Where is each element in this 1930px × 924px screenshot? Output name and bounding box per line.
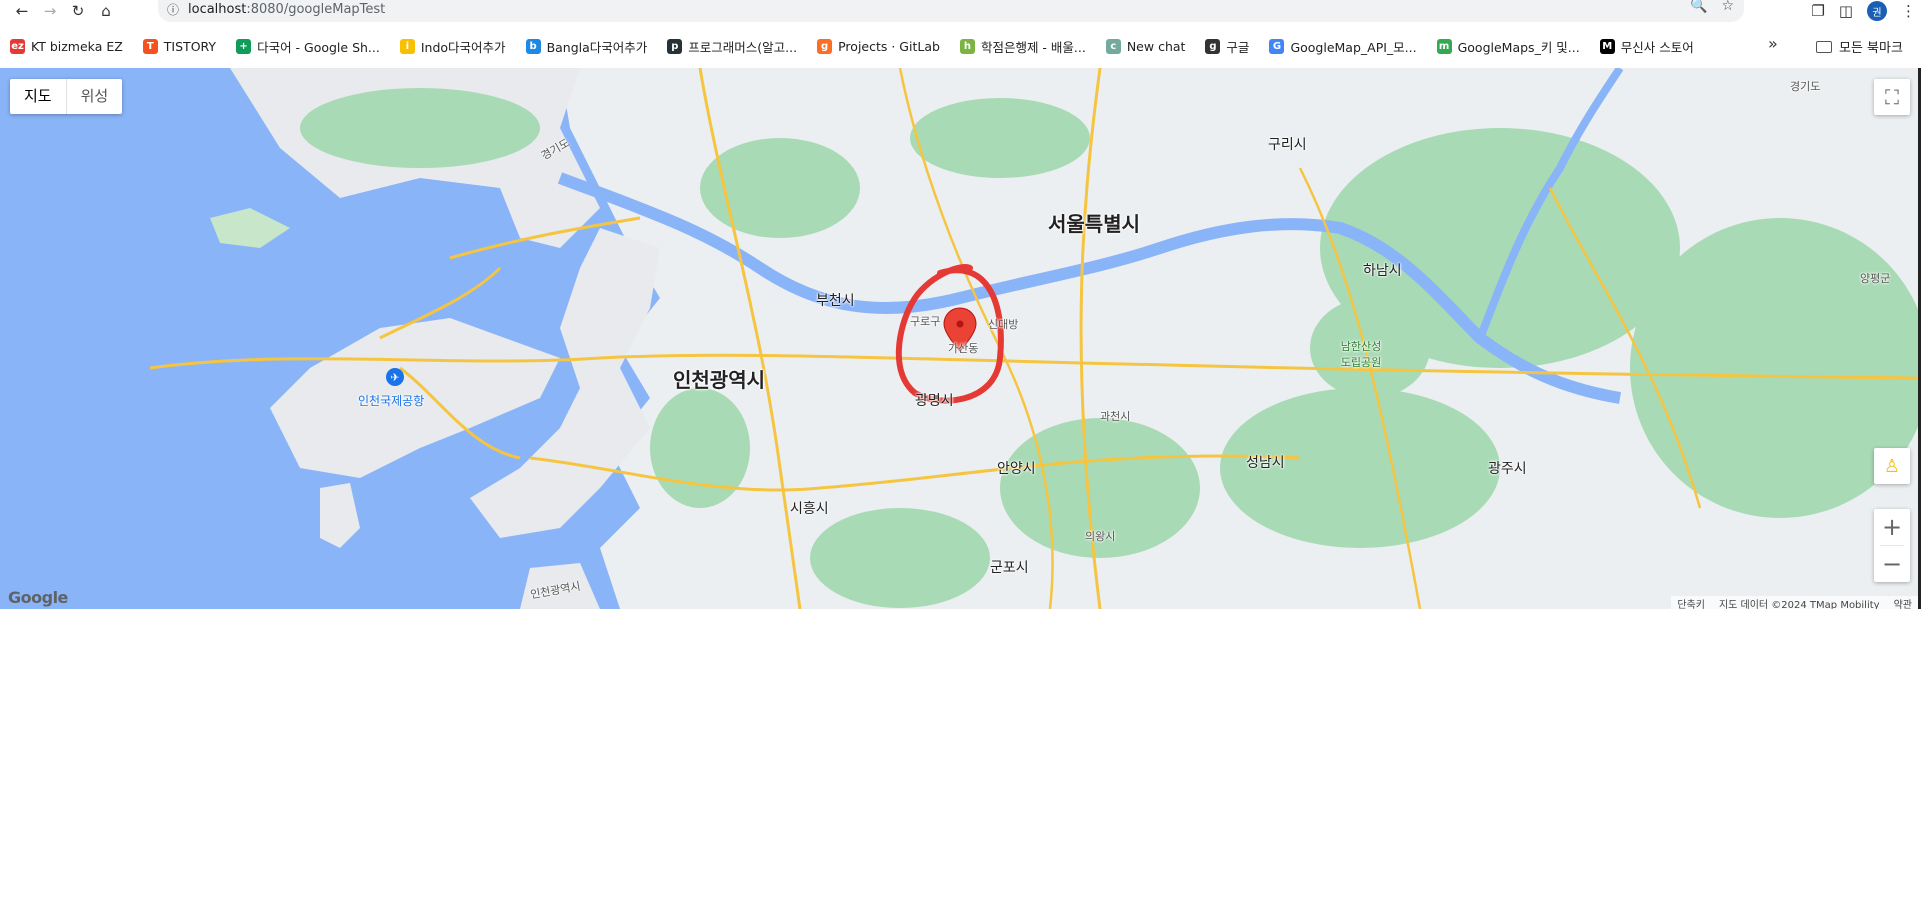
reload-icon[interactable]: ↻ bbox=[64, 0, 92, 22]
bookmark-label: Projects · GitLab bbox=[838, 38, 940, 54]
label-namhansanseong: 남한산성 도립공원 bbox=[1340, 340, 1382, 369]
label-gunpo: 군포시 bbox=[990, 560, 1029, 576]
bookmark-label: GoogleMap_API_모... bbox=[1290, 39, 1417, 55]
label-incheon: 인천광역시 bbox=[673, 368, 765, 392]
sheets-icon: + bbox=[236, 38, 252, 54]
map-type-toggle: 지도 위성 bbox=[10, 79, 123, 114]
label-bucheon: 부천시 bbox=[816, 293, 855, 309]
bookmark-label: New chat bbox=[1126, 38, 1186, 54]
chatgpt-icon: c bbox=[1105, 38, 1121, 54]
map-attribution: 단축키 지도 데이터 ©2024 TMap Mobility 약관 bbox=[1671, 596, 1918, 609]
bookmark-item[interactable]: ez KT bizmeka EZ bbox=[10, 38, 123, 54]
back-icon[interactable]: ← bbox=[8, 0, 36, 22]
bookmark-item[interactable]: c New chat bbox=[1105, 38, 1186, 54]
label-guro: 구로구 bbox=[910, 315, 941, 328]
bookmark-label: 학점은행제 - 배울... bbox=[980, 39, 1086, 55]
url-text: localhost:8080/googleMapTest bbox=[188, 1, 386, 17]
label-siheung: 시흥시 bbox=[790, 501, 829, 517]
bookmark-label: Indo다국어추가 bbox=[420, 39, 506, 55]
label-seongnam: 성남시 bbox=[1246, 455, 1285, 471]
label-seoul: 서울특별시 bbox=[1048, 212, 1140, 236]
zoom-search-icon[interactable]: 🔍 bbox=[1690, 0, 1707, 14]
bookmark-item[interactable]: + 다국어 - Google Sh... bbox=[236, 37, 380, 56]
address-bar[interactable]: ⓘ localhost:8080/googleMapTest 🔍 ☆ bbox=[158, 0, 1744, 22]
programmers-icon: p bbox=[667, 38, 683, 54]
map-type-satellite-button[interactable]: 위성 bbox=[67, 79, 123, 114]
bookmark-item[interactable]: i Indo다국어추가 bbox=[399, 37, 506, 56]
google-icon: G bbox=[1269, 38, 1285, 54]
site-info-icon[interactable]: ⓘ bbox=[158, 0, 188, 20]
bizmeka-icon: ez bbox=[10, 38, 25, 54]
label-incheon-airport: 인천국제공항 bbox=[358, 394, 425, 408]
side-panel-icon[interactable]: ◫ bbox=[1839, 2, 1853, 20]
bookmark-label: 구글 bbox=[1226, 39, 1250, 55]
bookmark-star-icon[interactable]: ☆ bbox=[1721, 0, 1734, 14]
bookmark-label: KT bizmeka EZ bbox=[31, 38, 123, 54]
bookmark-item[interactable]: g 구글 bbox=[1205, 37, 1249, 56]
bookmarks-overflow-icon[interactable]: » bbox=[1768, 34, 1778, 53]
map-tiles: ✈ bbox=[0, 68, 1918, 609]
gitlab-icon: g bbox=[817, 38, 833, 54]
scrollbar[interactable] bbox=[1918, 68, 1921, 609]
google-map[interactable]: ✈ 서울특별시 인천광역시 부천시 광명시 안양시 시흥시 군포시 의왕시 과천… bbox=[0, 68, 1918, 609]
keyboard-shortcuts-link[interactable]: 단축키 bbox=[1677, 596, 1705, 610]
map-type-map-button[interactable]: 지도 bbox=[10, 79, 67, 114]
folder-icon bbox=[1816, 40, 1832, 53]
google-logo: Google bbox=[8, 588, 68, 607]
zoom-out-icon[interactable]: − bbox=[1874, 546, 1910, 582]
bookmark-label: Bangla다국어추가 bbox=[546, 39, 648, 55]
tistory-icon: T bbox=[142, 38, 158, 54]
bookmark-label: TISTORY bbox=[163, 38, 217, 54]
zoom-in-icon[interactable]: + bbox=[1874, 509, 1910, 545]
bangla-icon: b bbox=[525, 38, 541, 54]
bookmark-item[interactable]: h 학점은행제 - 배울... bbox=[959, 37, 1086, 56]
extensions-icon[interactable]: ❐ bbox=[1811, 2, 1824, 20]
label-sindaebang: 신대방 bbox=[988, 318, 1019, 331]
forward-icon[interactable]: → bbox=[36, 0, 64, 22]
maps-pin-icon: m bbox=[1436, 38, 1452, 54]
street-view-pegman-icon[interactable]: ♙ bbox=[1874, 448, 1910, 484]
label-yangpyeong: 양평군 bbox=[1860, 272, 1891, 285]
browser-window: ← → ↻ ⌂ ⓘ localhost:8080/googleMapTest 🔍… bbox=[0, 0, 1930, 924]
label-anyang: 안양시 bbox=[997, 461, 1036, 477]
bookmark-item[interactable]: G GoogleMap_API_모... bbox=[1269, 37, 1417, 56]
bookmark-item[interactable]: g Projects · GitLab bbox=[817, 38, 940, 54]
bookmark-item[interactable]: b Bangla다국어추가 bbox=[525, 37, 648, 56]
label-gwangju: 광주시 bbox=[1488, 461, 1527, 477]
home-icon[interactable]: ⌂ bbox=[92, 0, 120, 22]
label-hanam: 하남시 bbox=[1363, 263, 1402, 279]
map-data-text: 지도 데이터 ©2024 TMap Mobility bbox=[1718, 599, 1880, 610]
indo-icon: i bbox=[399, 38, 415, 54]
bookmark-item[interactable]: M 무신사 스토어 bbox=[1599, 37, 1694, 56]
terms-link[interactable]: 약관 bbox=[1894, 596, 1912, 610]
fullscreen-icon[interactable]: ⛶ bbox=[1874, 79, 1910, 115]
zoom-controls: + − bbox=[1874, 509, 1910, 582]
bookmark-item[interactable]: T TISTORY bbox=[142, 38, 217, 54]
globe-icon: g bbox=[1205, 38, 1221, 54]
bookmark-item[interactable]: m GoogleMaps_키 및... bbox=[1436, 37, 1580, 56]
bookmark-label: GoogleMaps_키 및... bbox=[1457, 39, 1580, 55]
bookmarks-bar: ez KT bizmeka EZ T TISTORY + 다국어 - Google Sh.… bbox=[0, 32, 1930, 60]
profile-avatar[interactable]: 권 bbox=[1867, 1, 1887, 21]
label-uiwang: 의왕시 bbox=[1085, 530, 1116, 543]
school-icon: h bbox=[959, 38, 975, 54]
bookmark-label: 무신사 스토어 bbox=[1620, 39, 1694, 55]
menu-kebab-icon[interactable]: ⋮ bbox=[1901, 2, 1916, 20]
all-bookmarks-label: 모든 북마크 bbox=[1839, 41, 1903, 56]
label-gasan: 가산동 bbox=[948, 342, 979, 355]
label-guri: 구리시 bbox=[1268, 137, 1307, 153]
all-bookmarks-button[interactable]: 모든 북마크 bbox=[1816, 37, 1903, 56]
bookmark-label: 다국어 - Google Sh... bbox=[257, 39, 380, 55]
musinsa-icon: M bbox=[1599, 38, 1615, 54]
label-gwangmyeong: 광명시 bbox=[915, 393, 954, 409]
toolbar: ← → ↻ ⌂ ⓘ localhost:8080/googleMapTest 🔍… bbox=[0, 0, 1930, 22]
svg-text:✈: ✈ bbox=[390, 371, 399, 384]
bookmark-label: 프로그래머스(알고... bbox=[688, 39, 798, 55]
label-gyeonggi-east: 경기도 bbox=[1790, 80, 1821, 93]
bookmark-item[interactable]: p 프로그래머스(알고... bbox=[667, 37, 797, 56]
label-gwacheon: 과천시 bbox=[1100, 410, 1131, 423]
